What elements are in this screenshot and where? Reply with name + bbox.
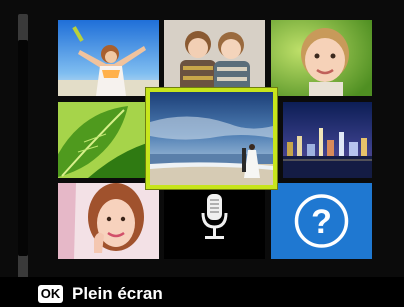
thumbnail-voice-memo[interactable] xyxy=(164,183,265,259)
scrollbar-thumb[interactable] xyxy=(18,40,28,256)
playback-screen: ? OK Plein écran xyxy=(0,0,404,307)
thumbnail-smiling-woman[interactable] xyxy=(58,183,159,259)
help-tile[interactable]: ? xyxy=(271,183,372,259)
thumbnail-two-boys[interactable] xyxy=(164,20,265,96)
ok-button-icon[interactable]: OK xyxy=(38,285,63,303)
fullscreen-hint-label: Plein écran xyxy=(72,284,163,303)
thumbnail-woman-beach[interactable] xyxy=(58,20,159,96)
thumbnail-toddler-girl[interactable] xyxy=(271,20,372,96)
thumbnail-green-leaf[interactable] xyxy=(58,102,146,178)
thumbnail-couple-beach-selected[interactable] xyxy=(146,88,277,189)
thumbnail-city-night[interactable] xyxy=(283,102,372,178)
help-question-icon: ? xyxy=(311,203,332,241)
scrollbar-track[interactable] xyxy=(18,14,28,286)
